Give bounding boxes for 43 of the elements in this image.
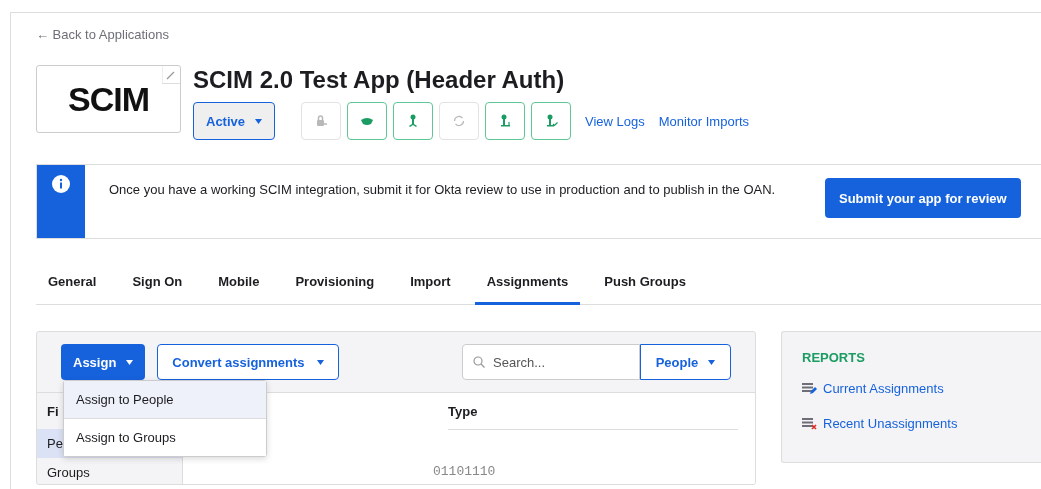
reports-heading: REPORTS — [802, 350, 866, 365]
caret-icon — [708, 359, 716, 365]
scope-dropdown[interactable]: People — [640, 344, 731, 380]
column-header: Type — [448, 393, 738, 430]
back-link[interactable]: ← Back to Applications — [36, 27, 169, 42]
report-link[interactable]: Recent Unassignments — [802, 416, 1021, 431]
table-cell: 01101110 — [433, 464, 496, 479]
table-delete-icon — [802, 417, 817, 430]
person-button[interactable] — [393, 102, 434, 140]
logo-text: SCIM — [68, 79, 149, 119]
menu-item[interactable]: Assign to Groups — [64, 418, 266, 456]
search-field[interactable]: Search... — [462, 344, 640, 380]
filter-heading: Fi — [47, 404, 59, 419]
search-icon — [473, 356, 485, 368]
header-link[interactable]: Monitor Imports — [658, 113, 750, 129]
info-icon — [52, 175, 70, 193]
menu-item[interactable]: Assign to People — [64, 381, 266, 418]
header-link[interactable]: View Logs — [585, 113, 645, 129]
person-add-button[interactable] — [485, 102, 526, 140]
filter-label: Pe — [47, 436, 63, 451]
caret-icon — [255, 118, 263, 124]
convert-button[interactable]: Convert assignments — [157, 344, 339, 380]
tab[interactable]: Sign On — [120, 264, 195, 305]
tab[interactable]: Import — [398, 264, 463, 305]
filter-row[interactable]: Groups — [37, 458, 182, 484]
assign-button[interactable]: Assign — [61, 344, 146, 380]
lock-button[interactable] — [301, 102, 342, 140]
caret-icon — [316, 359, 324, 365]
tab[interactable]: Provisioning — [283, 264, 387, 305]
status-dropdown[interactable]: Active — [193, 102, 276, 140]
tab[interactable]: Assignments — [474, 264, 581, 305]
pencil-icon[interactable] — [162, 66, 180, 84]
report-link[interactable]: Current Assignments — [802, 381, 1021, 396]
person-check-button[interactable] — [531, 102, 572, 140]
table-pencil-icon — [802, 382, 817, 395]
tab[interactable]: Push Groups — [592, 264, 698, 305]
caret-icon — [126, 359, 134, 365]
app-title: SCIM 2.0 Test App (Header Auth) — [193, 66, 566, 94]
submit-button[interactable]: Submit your app for review — [825, 178, 1021, 218]
banner-message: Once you have a working SCIM integration, submit it for Okta review to use in production and to publish in the OAN. — [108, 181, 777, 199]
tab[interactable]: Mobile — [206, 264, 272, 305]
filter-label: Groups — [47, 465, 90, 480]
tab[interactable]: General — [36, 264, 109, 305]
